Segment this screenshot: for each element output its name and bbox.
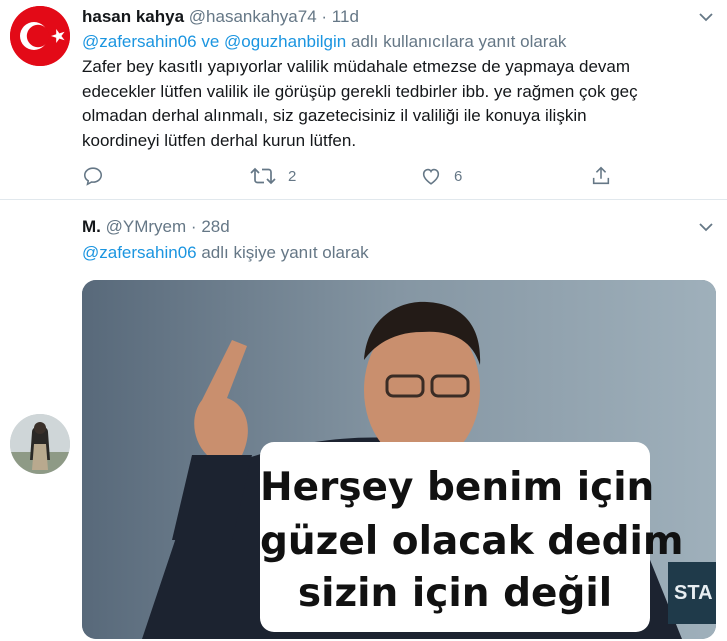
background-sign: STA xyxy=(668,562,716,624)
share-button[interactable] xyxy=(590,164,612,188)
tweet-text-line: koordineyi lütfen derhal kurun lütfen. xyxy=(82,130,357,150)
reply-button[interactable] xyxy=(82,164,104,188)
user-handle[interactable]: @YMryem xyxy=(106,217,187,236)
tweet-text-line: Zafer bey kasıtlı yapıyorlar valilik müd… xyxy=(82,57,631,76)
reply-context: @zafersahin06 adlı kişiye yanıt olarak xyxy=(82,242,369,264)
avatar[interactable] xyxy=(10,414,70,474)
like-count: 6 xyxy=(454,167,463,185)
meme-caption-box: Herşey benim için güzel olacak dedim siz… xyxy=(260,442,684,632)
meme-caption-line: sizin için değil xyxy=(297,571,613,616)
reply-joiner: ve xyxy=(201,32,220,51)
chevron-down-icon[interactable] xyxy=(697,221,715,233)
tweet-media-image[interactable]: STA Herşey benim için güzel olacak dedim… xyxy=(82,280,716,639)
share-icon xyxy=(592,166,610,185)
retweet-count: 2 xyxy=(288,167,297,185)
tweet-header: hasan kahya @hasankahya74 · 11d xyxy=(82,6,359,28)
meme-caption-line: güzel olacak dedim xyxy=(260,519,684,564)
tweet-text: Zafer bey kasıtlı yapıyorlar valilik müd… xyxy=(82,55,712,153)
tweet[interactable]: hasan kahya @hasankahya74 · 11d @zafersa… xyxy=(0,0,727,200)
retweet-button[interactable]: 2 xyxy=(250,164,296,188)
chevron-down-icon[interactable] xyxy=(697,11,715,23)
heart-icon xyxy=(422,168,440,185)
tweet-actions: 2 6 xyxy=(0,160,727,192)
tweet-header: M. @YMryem · 28d xyxy=(82,216,230,238)
reply-icon xyxy=(83,167,103,186)
tweet-text-line: edecekler lütfen valilik ile görüşüp ger… xyxy=(82,81,638,101)
display-name[interactable]: M. xyxy=(82,217,101,236)
avatar[interactable] xyxy=(10,6,70,66)
display-name[interactable]: hasan kahya xyxy=(82,7,184,26)
separator-dot: · xyxy=(321,7,328,26)
like-button[interactable]: 6 xyxy=(420,164,462,188)
reply-context: @zafersahin06 ve @oguzhanbilgin adlı kul… xyxy=(82,31,566,53)
mention-link[interactable]: @zafersahin06 xyxy=(82,243,197,262)
meme-caption-line: Herşey benim için xyxy=(260,465,655,510)
user-handle[interactable]: @hasankahya74 xyxy=(189,7,317,26)
turkish-flag-avatar-image xyxy=(10,6,70,66)
tweet-text-line: olmadan derhal alınmalı, siz gazetecisin… xyxy=(82,106,587,125)
mention-link[interactable]: @oguzhanbilgin xyxy=(224,32,346,51)
separator-dot: · xyxy=(190,217,197,236)
reply-context-text: adlı kişiye yanıt olarak xyxy=(201,243,369,262)
retweet-icon xyxy=(250,167,276,185)
timestamp[interactable]: 28d xyxy=(201,217,229,236)
mention-link[interactable]: @zafersahin06 xyxy=(82,32,197,51)
profile-photo-image xyxy=(10,414,70,474)
timestamp[interactable]: 11d xyxy=(332,7,359,26)
reply-context-text: adlı kullanıcılara yanıt olarak xyxy=(350,32,567,51)
